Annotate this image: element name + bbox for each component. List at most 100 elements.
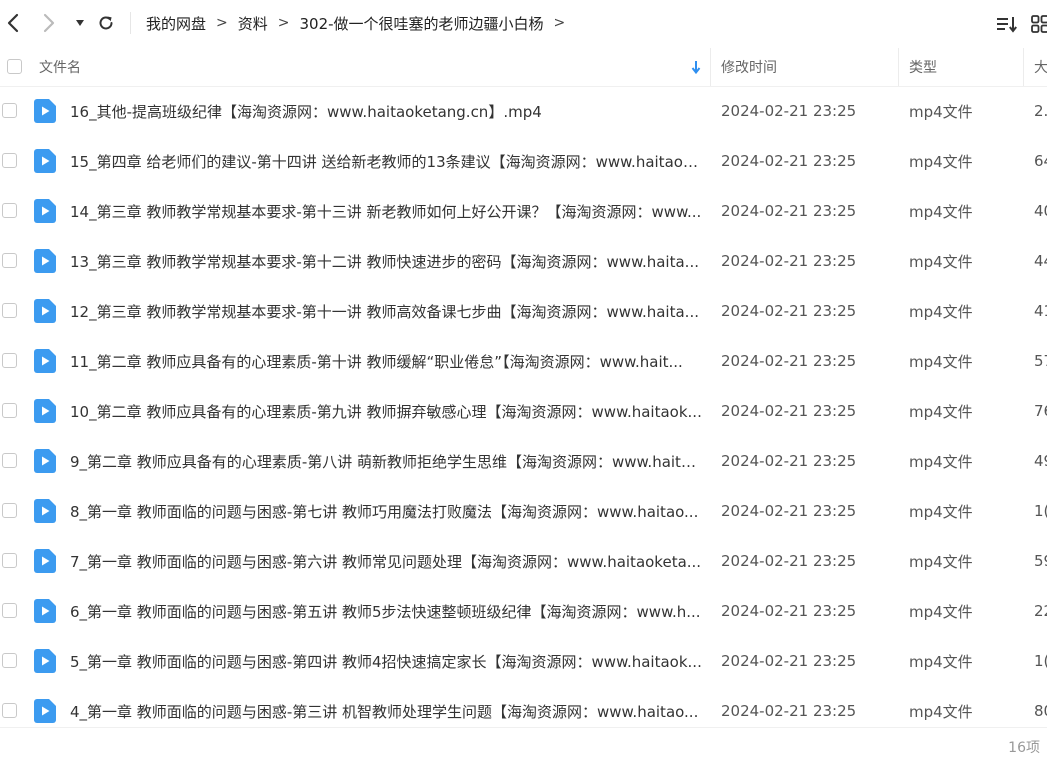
row-checkbox[interactable] bbox=[2, 403, 17, 418]
file-modified: 2024-02-21 23:25 bbox=[721, 686, 891, 726]
file-size: 40 bbox=[1034, 186, 1047, 236]
column-divider[interactable] bbox=[1023, 48, 1024, 86]
file-name[interactable]: 7_第一章 教师面临的问题与困惑-第六讲 教师常见问题处理【海淘资源网：www.… bbox=[70, 536, 702, 586]
file-type: mp4文件 bbox=[909, 686, 1009, 726]
file-size: 41 bbox=[1034, 286, 1047, 336]
file-modified: 2024-02-21 23:25 bbox=[721, 536, 891, 586]
table-row[interactable]: 11_第二章 教师应具备有的心理素质-第十讲 教师缓解“职业倦怠”【海淘资源网：… bbox=[0, 336, 1047, 386]
row-checkbox[interactable] bbox=[2, 603, 17, 618]
row-checkbox[interactable] bbox=[2, 703, 17, 718]
breadcrumb-item-current[interactable]: 302-做一个很哇塞的老师边疆小白杨 bbox=[300, 13, 544, 34]
file-name[interactable]: 5_第一章 教师面临的问题与困惑-第四讲 教师4招快速搞定家长【海淘资源网：ww… bbox=[70, 636, 702, 686]
row-checkbox[interactable] bbox=[2, 153, 17, 168]
table-row[interactable]: 16_其他-提高班级纪律【海淘资源网：www.haitaoketang.cn】.… bbox=[0, 86, 1047, 136]
table-row[interactable]: 12_第三章 教师教学常规基本要求-第十一讲 教师高效备课七步曲【海淘资源网：w… bbox=[0, 286, 1047, 336]
file-type: mp4文件 bbox=[909, 386, 1009, 436]
file-size: 57 bbox=[1034, 336, 1047, 386]
row-checkbox[interactable] bbox=[2, 453, 17, 468]
caret-down-icon[interactable] bbox=[72, 10, 88, 36]
row-checkbox[interactable] bbox=[2, 353, 17, 368]
toolbar: 我的网盘 > 资料 > 302-做一个很哇塞的老师边疆小白杨 > bbox=[0, 0, 1047, 46]
file-list: 16_其他-提高班级纪律【海淘资源网：www.haitaoketang.cn】.… bbox=[0, 86, 1047, 726]
file-name[interactable]: 14_第三章 教师教学常规基本要求-第十三讲 新老教师如何上好公开课？【海淘资源… bbox=[70, 186, 702, 236]
file-type: mp4文件 bbox=[909, 86, 1009, 136]
file-size: 22 bbox=[1034, 586, 1047, 636]
file-modified: 2024-02-21 23:25 bbox=[721, 636, 891, 686]
file-modified: 2024-02-21 23:25 bbox=[721, 186, 891, 236]
file-list-header: 文件名 修改时间 类型 大 bbox=[0, 48, 1047, 87]
file-size: 64 bbox=[1034, 136, 1047, 186]
video-file-icon bbox=[34, 299, 56, 323]
sort-list-icon[interactable] bbox=[996, 12, 1018, 36]
file-name[interactable]: 12_第三章 教师教学常规基本要求-第十一讲 教师高效备课七步曲【海淘资源网：w… bbox=[70, 286, 702, 336]
file-type: mp4文件 bbox=[909, 236, 1009, 286]
select-all-checkbox[interactable] bbox=[7, 59, 22, 74]
video-file-icon bbox=[34, 249, 56, 273]
file-size: 1( bbox=[1034, 636, 1047, 686]
file-type: mp4文件 bbox=[909, 186, 1009, 236]
toolbar-divider bbox=[130, 12, 131, 34]
file-modified: 2024-02-21 23:25 bbox=[721, 586, 891, 636]
file-name[interactable]: 16_其他-提高班级纪律【海淘资源网：www.haitaoketang.cn】.… bbox=[70, 86, 702, 136]
table-row[interactable]: 9_第二章 教师应具备有的心理素质-第八讲 萌新教师拒绝学生思维【海淘资源网：w… bbox=[0, 436, 1047, 486]
file-modified: 2024-02-21 23:25 bbox=[721, 86, 891, 136]
sort-arrow-down-icon[interactable] bbox=[690, 48, 702, 86]
chevron-right-icon[interactable] bbox=[38, 10, 60, 36]
file-modified: 2024-02-21 23:25 bbox=[721, 386, 891, 436]
row-checkbox[interactable] bbox=[2, 303, 17, 318]
video-file-icon bbox=[34, 99, 56, 123]
file-type: mp4文件 bbox=[909, 336, 1009, 386]
file-name[interactable]: 13_第三章 教师教学常规基本要求-第十二讲 教师快速进步的密码【海淘资源网：w… bbox=[70, 236, 702, 286]
file-size: 1( bbox=[1034, 486, 1047, 536]
chevron-right-icon: > bbox=[216, 15, 228, 31]
row-checkbox[interactable] bbox=[2, 503, 17, 518]
table-row[interactable]: 10_第二章 教师应具备有的心理素质-第九讲 教师摒弃敏感心理【海淘资源网：ww… bbox=[0, 386, 1047, 436]
column-header-name[interactable]: 文件名 bbox=[39, 48, 81, 86]
row-checkbox[interactable] bbox=[2, 553, 17, 568]
chevron-right-icon[interactable]: > bbox=[554, 15, 566, 31]
file-size: 2. bbox=[1034, 86, 1047, 136]
file-size: 49 bbox=[1034, 436, 1047, 486]
grid-view-icon[interactable] bbox=[1031, 12, 1047, 36]
file-modified: 2024-02-21 23:25 bbox=[721, 236, 891, 286]
breadcrumb-item-folder[interactable]: 资料 bbox=[238, 13, 268, 34]
file-type: mp4文件 bbox=[909, 486, 1009, 536]
table-row[interactable]: 15_第四章 给老师们的建议-第十四讲 送给新老教师的13条建议【海淘资源网：w… bbox=[0, 136, 1047, 186]
row-checkbox[interactable] bbox=[2, 653, 17, 668]
table-row[interactable]: 7_第一章 教师面临的问题与困惑-第六讲 教师常见问题处理【海淘资源网：www.… bbox=[0, 536, 1047, 586]
file-size: 80 bbox=[1034, 686, 1047, 726]
file-modified: 2024-02-21 23:25 bbox=[721, 336, 891, 386]
row-checkbox[interactable] bbox=[2, 253, 17, 268]
file-name[interactable]: 6_第一章 教师面临的问题与困惑-第五讲 教师5步法快速整顿班级纪律【海淘资源网… bbox=[70, 586, 702, 636]
file-name[interactable]: 10_第二章 教师应具备有的心理素质-第九讲 教师摒弃敏感心理【海淘资源网：ww… bbox=[70, 386, 702, 436]
column-header-type[interactable]: 类型 bbox=[909, 48, 937, 86]
table-row[interactable]: 6_第一章 教师面临的问题与困惑-第五讲 教师5步法快速整顿班级纪律【海淘资源网… bbox=[0, 586, 1047, 636]
column-header-modified[interactable]: 修改时间 bbox=[721, 48, 777, 86]
chevron-left-icon[interactable] bbox=[2, 10, 24, 36]
file-modified: 2024-02-21 23:25 bbox=[721, 486, 891, 536]
chevron-right-icon: > bbox=[278, 15, 290, 31]
file-type: mp4文件 bbox=[909, 286, 1009, 336]
file-modified: 2024-02-21 23:25 bbox=[721, 436, 891, 486]
row-checkbox[interactable] bbox=[2, 203, 17, 218]
file-type: mp4文件 bbox=[909, 436, 1009, 486]
file-name[interactable]: 4_第一章 教师面临的问题与困惑-第三讲 机智教师处理学生问题【海淘资源网：ww… bbox=[70, 686, 702, 726]
breadcrumb-item-root[interactable]: 我的网盘 bbox=[146, 13, 206, 34]
column-divider[interactable] bbox=[710, 48, 711, 86]
file-name[interactable]: 8_第一章 教师面临的问题与困惑-第七讲 教师巧用魔法打败魔法【海淘资源网：ww… bbox=[70, 486, 702, 536]
table-row[interactable]: 4_第一章 教师面临的问题与困惑-第三讲 机智教师处理学生问题【海淘资源网：ww… bbox=[0, 686, 1047, 726]
file-name[interactable]: 9_第二章 教师应具备有的心理素质-第八讲 萌新教师拒绝学生思维【海淘资源网：w… bbox=[70, 436, 702, 486]
row-checkbox[interactable] bbox=[2, 103, 17, 118]
file-name[interactable]: 15_第四章 给老师们的建议-第十四讲 送给新老教师的13条建议【海淘资源网：w… bbox=[70, 136, 702, 186]
column-header-size[interactable]: 大 bbox=[1034, 48, 1047, 86]
table-row[interactable]: 8_第一章 教师面临的问题与困惑-第七讲 教师巧用魔法打败魔法【海淘资源网：ww… bbox=[0, 486, 1047, 536]
table-row[interactable]: 5_第一章 教师面临的问题与困惑-第四讲 教师4招快速搞定家长【海淘资源网：ww… bbox=[0, 636, 1047, 686]
table-row[interactable]: 14_第三章 教师教学常规基本要求-第十三讲 新老教师如何上好公开课？【海淘资源… bbox=[0, 186, 1047, 236]
file-size: 76 bbox=[1034, 386, 1047, 436]
column-divider[interactable] bbox=[898, 48, 899, 86]
video-file-icon bbox=[34, 349, 56, 373]
refresh-icon[interactable] bbox=[95, 10, 117, 36]
file-name[interactable]: 11_第二章 教师应具备有的心理素质-第十讲 教师缓解“职业倦怠”【海淘资源网：… bbox=[70, 336, 702, 386]
video-file-icon bbox=[34, 199, 56, 223]
table-row[interactable]: 13_第三章 教师教学常规基本要求-第十二讲 教师快速进步的密码【海淘资源网：w… bbox=[0, 236, 1047, 286]
